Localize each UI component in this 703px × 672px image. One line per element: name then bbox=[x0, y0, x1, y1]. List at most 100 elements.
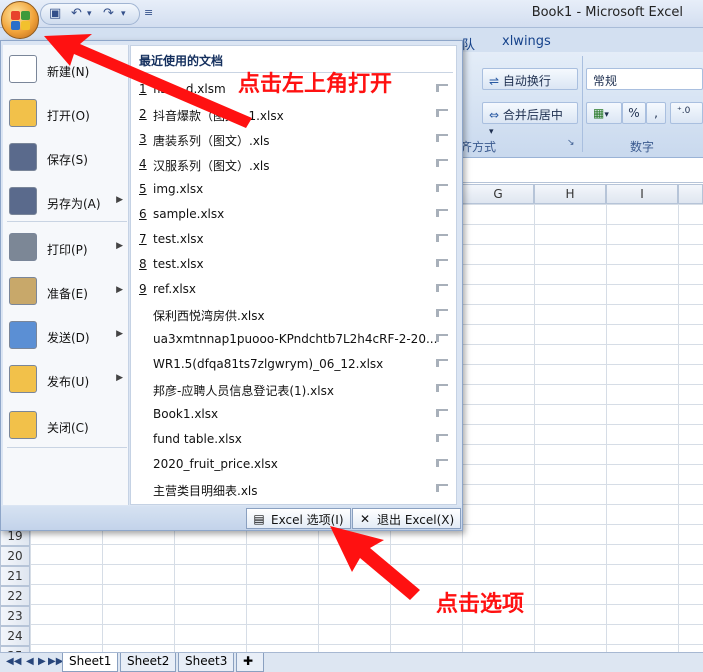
annotation-bottom: 点击选项 bbox=[436, 592, 525, 617]
menu-item[interactable]: 关闭(C) bbox=[3, 407, 129, 447]
row-header[interactable]: 23 bbox=[0, 606, 30, 626]
submenu-arrow-icon: ▶ bbox=[116, 373, 123, 383]
pin-icon[interactable] bbox=[436, 234, 448, 242]
customize-qat-icon[interactable]: ≡ bbox=[144, 6, 153, 19]
pin-icon[interactable] bbox=[436, 84, 448, 92]
tab-team[interactable]: 队 bbox=[462, 34, 475, 53]
menu-item[interactable]: 发布(U) ▶ bbox=[3, 361, 129, 401]
menu-item[interactable]: 准备(E) ▶ bbox=[3, 273, 129, 313]
sheet-tab[interactable]: Sheet2 bbox=[120, 653, 177, 672]
menu-commands: 新建(N) 打开(O) 保存(S) 另存为(A) ▶ 打印(P) ▶ 准备(E) ▶ 发送(D) ▶… bbox=[3, 45, 129, 505]
recent-document-item[interactable]: 保利西悦湾房供.xlsx bbox=[131, 303, 456, 328]
recent-document-item[interactable]: 邦彦-应聘人员信息登记表(1).xlsx bbox=[131, 378, 456, 403]
recent-document-item[interactable]: fund table.xlsx bbox=[131, 428, 456, 453]
prev-sheet-icon[interactable]: ◀ bbox=[26, 656, 34, 667]
pin-icon[interactable] bbox=[436, 459, 448, 467]
office-button[interactable] bbox=[1, 1, 39, 39]
recent-document-number: 4 bbox=[139, 157, 147, 171]
office-logo-icon bbox=[11, 11, 20, 20]
excel-options-button[interactable]: ▤ Excel 选项(I) bbox=[246, 508, 351, 529]
currency-button[interactable]: ▦▾ bbox=[586, 102, 622, 124]
sheet-tab[interactable]: Sheet1 bbox=[62, 653, 119, 672]
percent-button[interactable]: % bbox=[622, 102, 646, 124]
recent-document-item[interactable]: 5 img.xlsx bbox=[131, 178, 456, 203]
comma-button[interactable]: , bbox=[646, 102, 666, 124]
pin-icon[interactable] bbox=[436, 259, 448, 267]
recent-document-name: 汉服系列（图文）.xls bbox=[153, 159, 270, 173]
pin-icon[interactable] bbox=[436, 209, 448, 217]
menu-item-label: 发送(D) bbox=[47, 331, 90, 345]
undo-dropdown-icon[interactable]: ▾ bbox=[87, 9, 92, 19]
menu-item[interactable]: 打开(O) bbox=[3, 95, 129, 135]
dialog-launcher-icon[interactable]: ↘ bbox=[567, 138, 575, 148]
pin-icon[interactable] bbox=[436, 284, 448, 292]
recent-document-item[interactable]: 6 sample.xlsx bbox=[131, 203, 456, 228]
recent-document-name: fund table.xlsx bbox=[153, 432, 242, 446]
recent-document-item[interactable]: 9 ref.xlsx bbox=[131, 278, 456, 303]
column-header[interactable]: H bbox=[534, 184, 606, 204]
pin-icon[interactable] bbox=[436, 409, 448, 417]
pin-icon[interactable] bbox=[436, 184, 448, 192]
pin-icon[interactable] bbox=[436, 384, 448, 392]
recent-document-name: 2020_fruit_price.xlsx bbox=[153, 457, 278, 471]
merge-center-button[interactable]: ⇔ 合并后居中 ▾ bbox=[482, 102, 578, 137]
pin-icon[interactable] bbox=[436, 109, 448, 117]
row-header[interactable]: 22 bbox=[0, 586, 30, 606]
recent-document-item[interactable]: 7 test.xlsx bbox=[131, 228, 456, 253]
menu-item[interactable]: 打印(P) ▶ bbox=[3, 229, 129, 269]
recent-document-number: 9 bbox=[139, 282, 147, 296]
pin-icon[interactable] bbox=[436, 359, 448, 367]
merge-center-label: 合并后居中 bbox=[502, 108, 563, 122]
sheet-tab[interactable]: Sheet3 bbox=[178, 653, 235, 672]
recent-document-name: 邦彦-应聘人员信息登记表(1).xlsx bbox=[153, 384, 334, 398]
tab-xlwings[interactable]: xlwings bbox=[502, 34, 551, 49]
save-icon[interactable]: ▣ bbox=[49, 6, 61, 21]
recent-document-item[interactable]: 2020_fruit_price.xlsx bbox=[131, 453, 456, 478]
recent-document-name: 主营类目明细表.xls bbox=[153, 484, 258, 498]
pin-icon[interactable] bbox=[436, 334, 448, 342]
menu-item[interactable]: 另存为(A) ▶ bbox=[3, 183, 129, 223]
column-header[interactable]: G bbox=[462, 184, 534, 204]
close-icon: ✕ bbox=[359, 512, 371, 526]
menu-item[interactable]: 保存(S) bbox=[3, 139, 129, 179]
menu-separator bbox=[7, 447, 127, 448]
column-header[interactable] bbox=[678, 184, 703, 204]
recent-document-item[interactable]: 8 test.xlsx bbox=[131, 253, 456, 278]
recent-document-name: 保利西悦湾房供.xlsx bbox=[153, 309, 265, 323]
recent-document-item[interactable]: 主营类目明细表.xls bbox=[131, 478, 456, 503]
recent-document-name: test.xlsx bbox=[153, 257, 204, 271]
number-format-select[interactable]: 常规 bbox=[586, 68, 703, 90]
printer-icon bbox=[9, 233, 37, 261]
recent-document-item[interactable]: 3 唐装系列（图文）.xls bbox=[131, 128, 456, 153]
increase-decimal-icon: ⁺.0 bbox=[677, 106, 691, 116]
pin-icon[interactable] bbox=[436, 434, 448, 442]
column-header[interactable]: I bbox=[606, 184, 678, 204]
recent-document-item[interactable]: Book1.xlsx bbox=[131, 403, 456, 428]
exit-excel-button[interactable]: ✕ 退出 Excel(X) bbox=[352, 508, 462, 529]
menu-item[interactable]: 发送(D) ▶ bbox=[3, 317, 129, 357]
pin-icon[interactable] bbox=[436, 484, 448, 492]
insert-sheet-icon[interactable]: ✚ bbox=[236, 653, 264, 672]
redo-dropdown-icon[interactable]: ▾ bbox=[121, 9, 126, 19]
menu-item[interactable]: 新建(N) bbox=[3, 51, 129, 91]
undo-icon[interactable]: ↶ bbox=[71, 6, 82, 21]
row-header[interactable]: 20 bbox=[0, 546, 30, 566]
recent-document-item[interactable]: WR1.5(dfqa81ts7zlgwrym)_06_12.xlsx bbox=[131, 353, 456, 378]
prepare-icon bbox=[9, 277, 37, 305]
wrap-text-button[interactable]: ⇌ 自动换行 bbox=[482, 68, 578, 90]
office-menu: 新建(N) 打开(O) 保存(S) 另存为(A) ▶ 打印(P) ▶ 准备(E) ▶ 发送(D) ▶… bbox=[0, 40, 463, 531]
first-sheet-icon[interactable]: ◀◀ bbox=[6, 656, 21, 667]
pin-icon[interactable] bbox=[436, 134, 448, 142]
number-format-value: 常规 bbox=[593, 74, 618, 88]
next-sheet-icon[interactable]: ▶ bbox=[38, 656, 46, 667]
pin-icon[interactable] bbox=[436, 309, 448, 317]
pin-icon[interactable] bbox=[436, 159, 448, 167]
submenu-arrow-icon: ▶ bbox=[116, 195, 123, 205]
recent-document-item[interactable]: 2 抖音爆款（图文...1.xlsx bbox=[131, 103, 456, 128]
recent-document-item[interactable]: ua3xmtnnap1puooo-KPndchtb7L2h4cRF-2-20..… bbox=[131, 328, 456, 353]
row-header[interactable]: 24 bbox=[0, 626, 30, 646]
row-header[interactable]: 21 bbox=[0, 566, 30, 586]
increase-decimal-button[interactable]: ⁺.0 bbox=[670, 102, 703, 124]
recent-document-item[interactable]: 4 汉服系列（图文）.xls bbox=[131, 153, 456, 178]
redo-icon[interactable]: ↷ bbox=[103, 6, 114, 21]
